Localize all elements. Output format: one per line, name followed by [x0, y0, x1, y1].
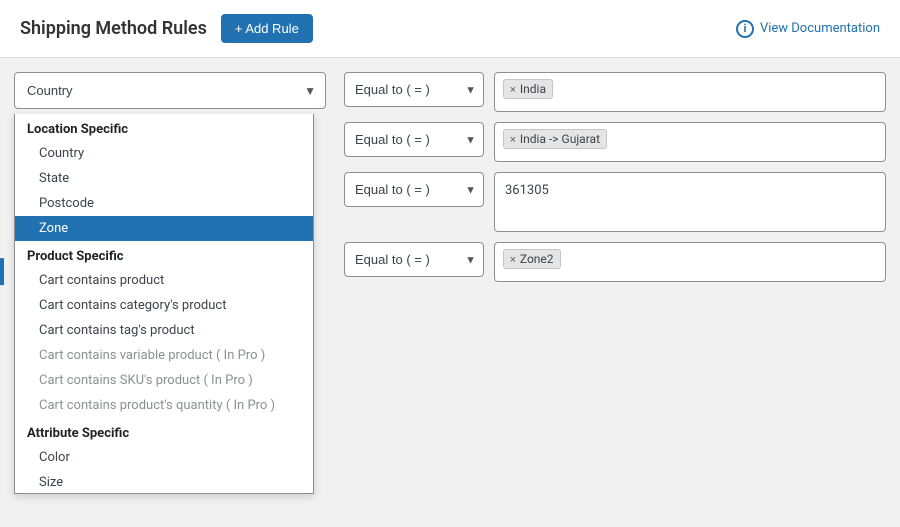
rule-row-1: Equal to ( = ) ▼ × India	[344, 72, 886, 112]
add-rule-button[interactable]: + Add Rule	[221, 14, 313, 43]
view-documentation-label: View Documentation	[760, 21, 880, 36]
menu-item-country[interactable]: Country	[15, 141, 313, 166]
rule-value-box-3[interactable]: 361305	[494, 172, 886, 232]
rule-value-box-2[interactable]: × India -> Gujarat	[494, 122, 886, 162]
rule-operator-4[interactable]: Equal to ( = ) ▼	[344, 242, 484, 277]
menu-item-cart-product[interactable]: Cart contains product	[15, 268, 313, 293]
left-panel: S Country ▼ Location Specific Country St…	[0, 58, 340, 527]
operator-select-4[interactable]: Equal to ( = )	[344, 242, 484, 277]
dropdown-menu: Location Specific Country State Postcode…	[14, 114, 314, 494]
rule-operator-1[interactable]: Equal to ( = ) ▼	[344, 72, 484, 107]
main-content: S Country ▼ Location Specific Country St…	[0, 58, 900, 527]
rule-operator-2[interactable]: Equal to ( = ) ▼	[344, 122, 484, 157]
menu-item-zone[interactable]: Zone	[15, 216, 313, 241]
header: Shipping Method Rules + Add Rule i View …	[0, 0, 900, 58]
rule-operator-3[interactable]: Equal to ( = ) ▼	[344, 172, 484, 207]
page-title: Shipping Method Rules	[20, 18, 207, 39]
view-documentation-link[interactable]: i View Documentation	[736, 20, 880, 38]
rule-postcode-value: 361305	[503, 179, 551, 202]
menu-item-postcode[interactable]: Postcode	[15, 191, 313, 216]
condition-type-select[interactable]: Country	[14, 72, 326, 109]
tag-remove-india[interactable]: ×	[510, 83, 516, 96]
save-button[interactable]: S	[0, 258, 4, 285]
menu-item-cart-sku: Cart contains SKU's product ( In Pro )	[15, 368, 313, 393]
rule-value-box-1[interactable]: × India	[494, 72, 886, 112]
rule-row-2: Equal to ( = ) ▼ × India -> Gujarat	[344, 122, 886, 162]
tag-remove-zone2[interactable]: ×	[510, 253, 516, 266]
tag-remove-india-gujarat[interactable]: ×	[510, 133, 516, 146]
menu-item-cart-quantity: Cart contains product's quantity ( In Pr…	[15, 393, 313, 418]
group-label-product: Product Specific	[15, 241, 313, 268]
tag-india-gujarat: × India -> Gujarat	[503, 129, 607, 149]
tag-zone2: × Zone2	[503, 249, 561, 269]
operator-select-2[interactable]: Equal to ( = )	[344, 122, 484, 157]
menu-item-cart-variable: Cart contains variable product ( In Pro …	[15, 343, 313, 368]
tag-india: × India	[503, 79, 553, 99]
header-left: Shipping Method Rules + Add Rule	[20, 14, 313, 43]
operator-select-3[interactable]: Equal to ( = )	[344, 172, 484, 207]
menu-item-size[interactable]: Size	[15, 470, 313, 494]
tag-label-india: India	[520, 82, 546, 96]
page-wrapper: Shipping Method Rules + Add Rule i View …	[0, 0, 900, 527]
rule-row-3: Equal to ( = ) ▼ 361305	[344, 172, 886, 232]
tag-label-india-gujarat: India -> Gujarat	[520, 132, 600, 146]
info-icon: i	[736, 20, 754, 38]
menu-item-cart-category[interactable]: Cart contains category's product	[15, 293, 313, 318]
rule-value-box-4[interactable]: × Zone2	[494, 242, 886, 282]
group-label-location: Location Specific	[15, 114, 313, 141]
condition-type-dropdown[interactable]: Country ▼ Location Specific Country Stat…	[14, 72, 326, 109]
tag-label-zone2: Zone2	[520, 252, 554, 266]
menu-item-cart-tag[interactable]: Cart contains tag's product	[15, 318, 313, 343]
group-label-attribute: Attribute Specific	[15, 418, 313, 445]
operator-select-1[interactable]: Equal to ( = )	[344, 72, 484, 107]
rule-row-4: Equal to ( = ) ▼ × Zone2	[344, 242, 886, 282]
right-panel: Equal to ( = ) ▼ × India Equal to ( = )	[340, 58, 900, 527]
menu-item-color[interactable]: Color	[15, 445, 313, 470]
menu-item-state[interactable]: State	[15, 166, 313, 191]
